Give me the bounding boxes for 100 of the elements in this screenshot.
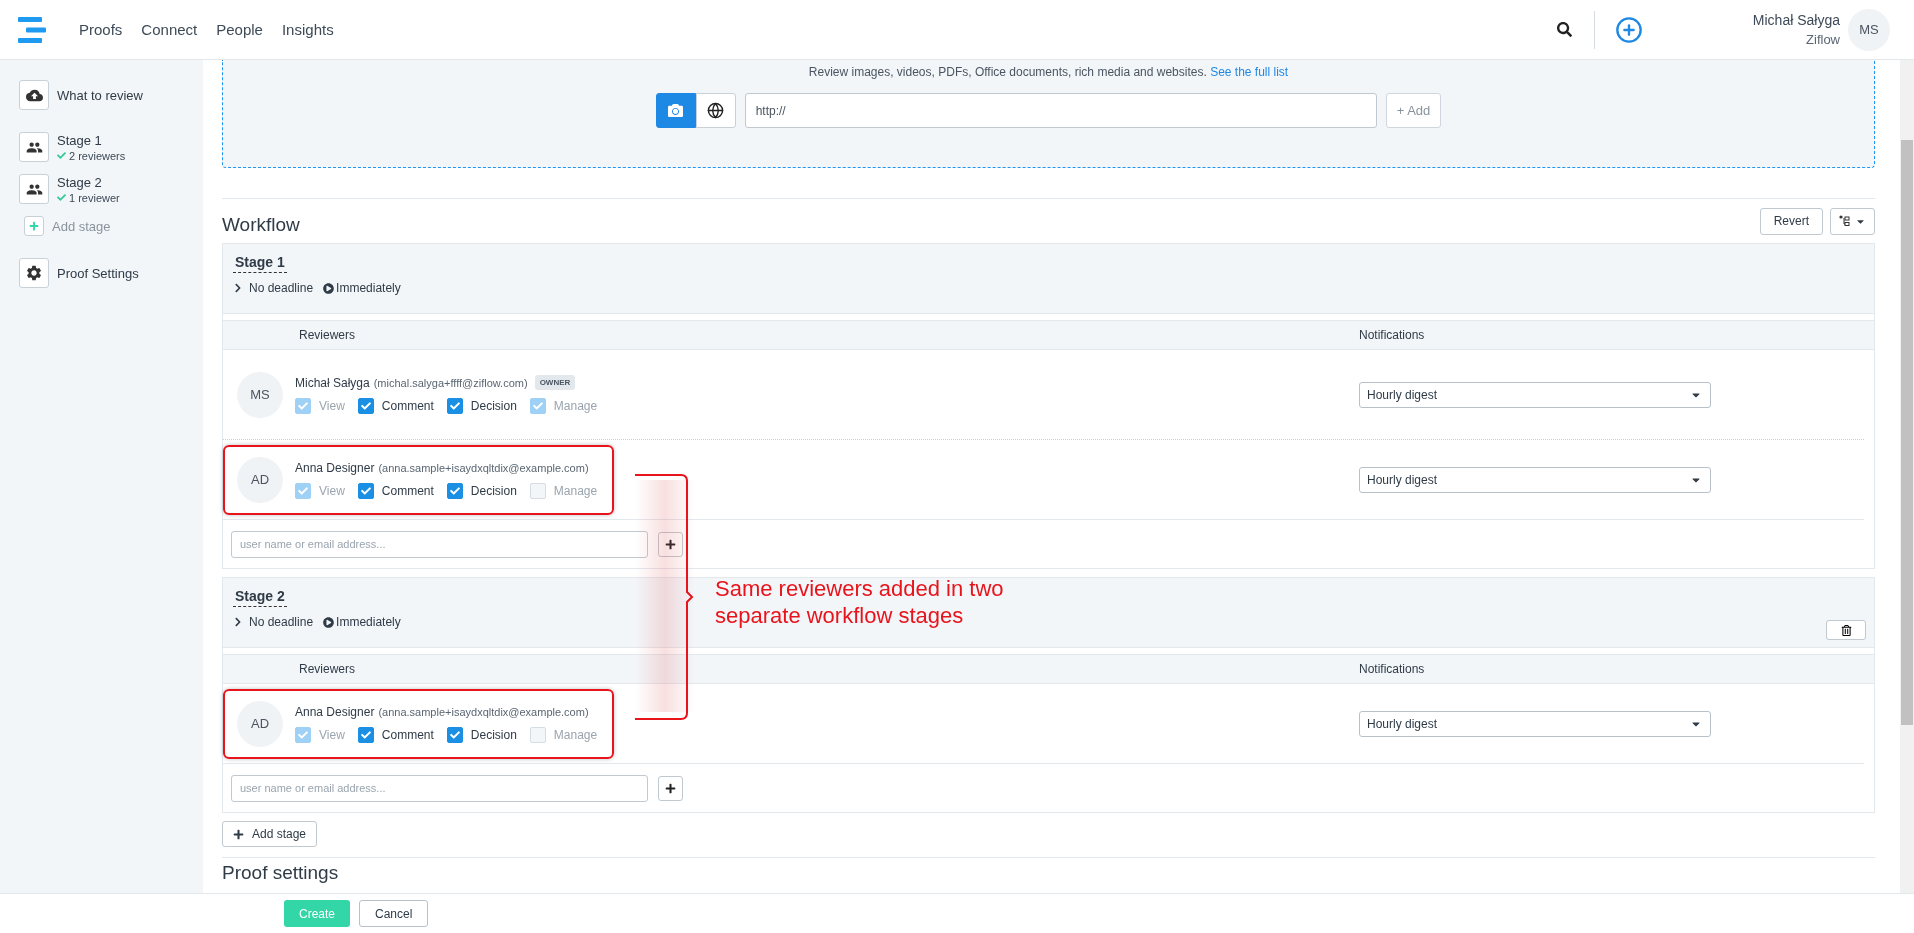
people-icon[interactable]: [19, 132, 49, 162]
reviewer-avatar: AD: [237, 700, 283, 747]
sidebar-item[interactable]: What to review: [57, 87, 143, 103]
plus-icon: [665, 538, 676, 550]
reviewer-count: 2 reviewers: [69, 149, 126, 162]
workflow-heading: Workflow: [222, 213, 301, 236]
stage-title[interactable]: Stage 1: [233, 254, 287, 273]
cancel-button[interactable]: Cancel: [359, 900, 429, 927]
annotation-text: Same reviewers added in two separate workflow stages: [715, 575, 1005, 629]
scrollbar[interactable]: [1900, 60, 1914, 893]
permission-label: Decision: [470, 727, 517, 742]
nav-link[interactable]: Connect: [141, 21, 198, 38]
add-stage-button[interactable]: Add stage: [222, 821, 318, 847]
upload-hint: Review images, videos, PDFs, Office documents, rich media and websites. See the full list: [808, 65, 1289, 79]
permission-label: Comment: [381, 727, 434, 742]
check-icon: [298, 401, 308, 411]
column-header: Reviewers: [298, 328, 356, 342]
permission-label: View: [319, 483, 345, 498]
add-reviewer-button[interactable]: [658, 775, 683, 801]
hierarchy-icon: [1839, 215, 1851, 227]
upload-drop-zone[interactable]: Review images, videos, PDFs, Office documents, rich media and websites. See the full list http:// + Add: [222, 60, 1875, 168]
plus-circle-icon[interactable]: [1614, 15, 1643, 44]
check-icon: [360, 485, 371, 496]
permission-checkbox[interactable]: [357, 726, 374, 743]
permission-label: Comment: [381, 483, 434, 498]
notification-select[interactable]: Hourly digest: [1359, 381, 1711, 408]
notification-select[interactable]: Hourly digest: [1359, 710, 1711, 737]
permission-label: Comment: [381, 399, 434, 413]
chevron-icon[interactable]: [233, 283, 243, 293]
logo-icon[interactable]: [18, 16, 46, 43]
camera-button[interactable]: [655, 93, 696, 128]
check-icon: [449, 729, 460, 740]
notification-select[interactable]: Hourly digest: [1359, 466, 1711, 493]
stage-title[interactable]: Stage 2: [233, 588, 287, 607]
reviewer-email: (anna.sample+isaydxqltdix@example.com): [378, 705, 589, 718]
check-icon: [298, 485, 308, 496]
camera-icon: [668, 103, 684, 118]
nav-link[interactable]: Insights: [281, 21, 334, 38]
permission-label: View: [319, 727, 345, 742]
plus-icon[interactable]: [24, 216, 44, 236]
check-icon: [360, 401, 371, 411]
chevron-icon[interactable]: [233, 617, 243, 627]
reviewer-email: (anna.sample+isaydxqltdix@example.com): [378, 461, 589, 474]
nav-link[interactable]: People: [216, 21, 263, 38]
play-icon: [323, 616, 335, 628]
start-label[interactable]: Immediately: [336, 615, 401, 629]
workflow-view-button[interactable]: [1830, 207, 1875, 235]
permission-label: Manage: [553, 399, 598, 413]
add-stage-label: Add stage: [252, 827, 307, 841]
reviewer-name: Anna Designer: [295, 704, 375, 719]
proof-settings-heading: Proof settings: [222, 862, 340, 884]
permission-checkbox[interactable]: [446, 482, 463, 499]
check-icon: [449, 401, 460, 411]
trash-icon: [1840, 624, 1852, 636]
permission-checkbox[interactable]: [446, 398, 463, 414]
sidebar-item[interactable]: Stage 2: [57, 174, 120, 190]
deadline-label[interactable]: No deadline: [249, 615, 314, 629]
revert-button[interactable]: Revert: [1759, 207, 1823, 235]
sidebar-item[interactable]: Proof Settings: [57, 265, 139, 281]
delete-stage-button[interactable]: [1826, 620, 1866, 640]
start-label[interactable]: Immediately: [336, 281, 401, 295]
reviewer-email: (michal.salyga+ffff@ziflow.com): [373, 376, 528, 389]
url-field[interactable]: http://: [744, 93, 1377, 128]
globe-icon: [707, 102, 725, 119]
deadline-label[interactable]: No deadline: [249, 281, 314, 295]
sidebar-item[interactable]: Stage 1: [57, 132, 126, 148]
plus-icon: [233, 828, 244, 840]
reviewer-input-field[interactable]: user name or email address...: [231, 774, 648, 802]
search-icon[interactable]: [1556, 22, 1572, 37]
reviewer-input-field[interactable]: user name or email address...: [231, 530, 648, 558]
check-icon: [532, 401, 543, 411]
add-reviewer-button[interactable]: [658, 531, 683, 557]
upload-icon[interactable]: [19, 80, 49, 110]
column-header: Notifications: [1359, 662, 1426, 676]
reviewer-avatar: MS: [237, 371, 283, 418]
permission-label: Manage: [553, 727, 598, 742]
column-header: Notifications: [1359, 328, 1426, 342]
permission-label: Manage: [553, 483, 598, 498]
permission-label: Decision: [470, 399, 517, 413]
user-name: Michał Sałyga: [1752, 12, 1840, 28]
permission-label: View: [319, 399, 345, 413]
permission-checkbox[interactable]: [357, 398, 374, 414]
permission-checkbox[interactable]: [357, 482, 374, 499]
check-icon: [298, 729, 308, 740]
permission-checkbox[interactable]: [446, 726, 463, 743]
permission-label: Decision: [470, 483, 517, 498]
reviewer-avatar: AD: [237, 456, 283, 503]
owner-badge: OWNER: [534, 375, 576, 390]
nav-link[interactable]: Proofs: [79, 21, 123, 38]
reviewer-count: 1 reviewer: [69, 191, 120, 204]
play-icon: [323, 282, 335, 294]
reviewer-name: Anna Designer: [295, 460, 375, 475]
settings-icon[interactable]: [19, 258, 49, 288]
people-icon[interactable]: [19, 174, 49, 204]
check-icon: [57, 151, 66, 160]
user-avatar[interactable]: MS: [1848, 8, 1890, 51]
reviewer-name: Michał Sałyga: [295, 375, 370, 390]
globe-button[interactable]: [695, 93, 736, 128]
plus-icon: [665, 782, 676, 794]
column-header: Reviewers: [298, 662, 356, 676]
